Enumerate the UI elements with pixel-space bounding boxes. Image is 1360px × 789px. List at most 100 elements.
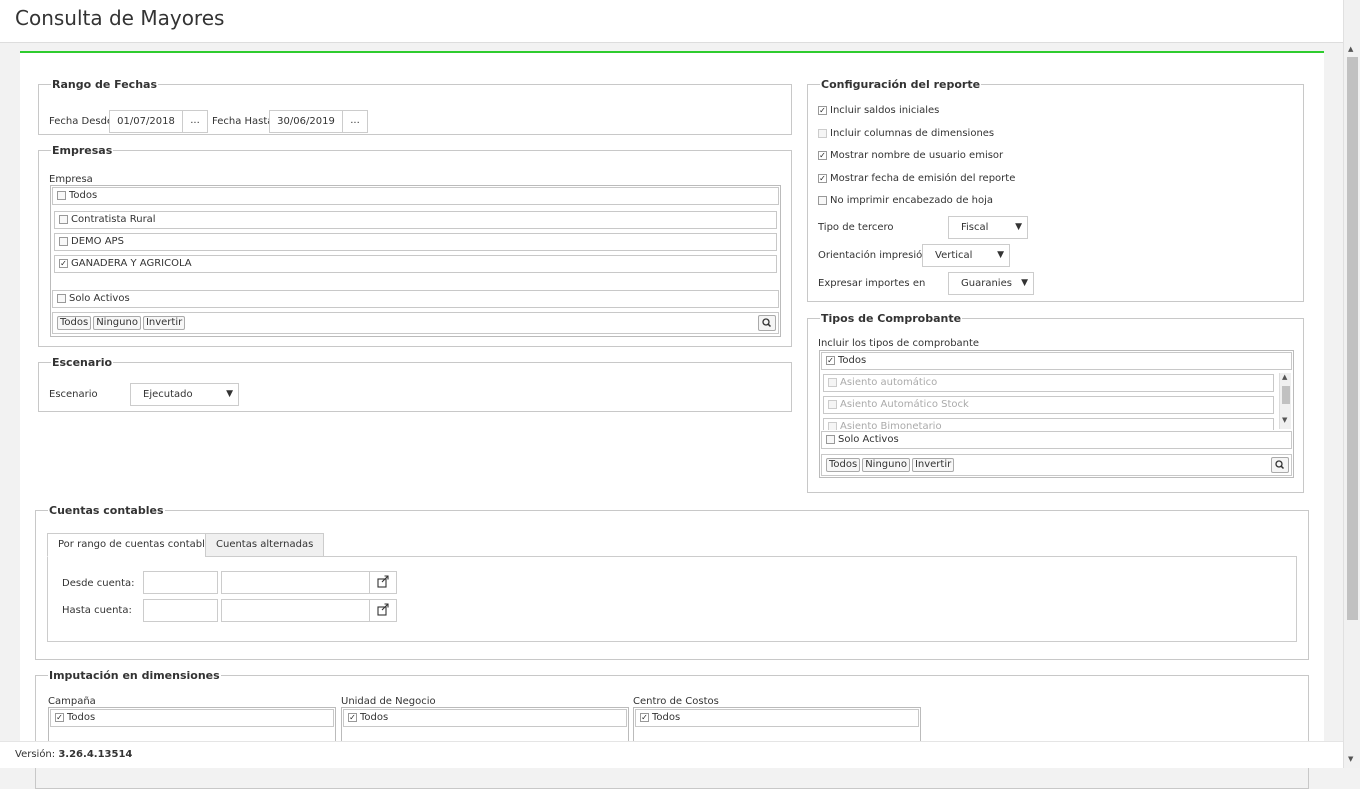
empresa-item-row[interactable]: ✓ GANADERA Y AGRICOLA xyxy=(54,255,777,273)
tipos-todos-row[interactable]: ✓ Todos xyxy=(821,352,1292,370)
empresa-item-row[interactable]: Contratista Rural xyxy=(54,211,777,229)
incluir-columnas-row[interactable]: Incluir columnas de dimensiones xyxy=(818,128,994,139)
checkbox-disabled-icon[interactable] xyxy=(828,377,837,387)
mostrar-usuario-row[interactable]: ✓ Mostrar nombre de usuario emisor xyxy=(818,150,1003,161)
mostrar-fecha-label: Mostrar fecha de emisión del reporte xyxy=(830,173,1016,184)
desde-cuenta-nombre-input[interactable] xyxy=(221,571,370,594)
tab-por-rango[interactable]: Por rango de cuentas contables xyxy=(47,533,228,557)
hasta-cuenta-label: Hasta cuenta: xyxy=(62,605,132,616)
empresa-item-label: GANADERA Y AGRICOLA xyxy=(71,258,192,269)
mostrar-fecha-row[interactable]: ✓ Mostrar fecha de emisión del reporte xyxy=(818,173,1015,184)
scroll-down-icon[interactable]: ▼ xyxy=(1282,416,1287,424)
scroll-down-icon[interactable]: ▼ xyxy=(1348,755,1353,763)
fecha-hasta-input[interactable]: 30/06/2019 xyxy=(269,110,343,133)
unidad-negocio-todos-label: Todos xyxy=(360,712,389,723)
desde-cuenta-open-button[interactable] xyxy=(369,571,397,594)
fecha-hasta-label: Fecha Hasta xyxy=(212,116,274,127)
checkbox-disabled-icon[interactable] xyxy=(828,399,837,409)
search-button[interactable] xyxy=(758,315,776,331)
checkbox-disabled-icon[interactable] xyxy=(818,128,827,138)
checkbox-icon[interactable] xyxy=(818,195,827,205)
orientacion-value: Vertical xyxy=(935,250,973,261)
search-button[interactable] xyxy=(1271,457,1289,473)
checkbox-icon[interactable] xyxy=(57,190,66,200)
ninguno-button[interactable]: Ninguno xyxy=(93,316,141,330)
configuracion-legend: Configuración del reporte xyxy=(821,78,981,91)
main-panel: Rango de Fechas Fecha Desde 01/07/2018 .… xyxy=(20,51,1324,789)
no-imprimir-row[interactable]: No imprimir encabezado de hoja xyxy=(818,195,993,206)
empresa-solo-activos-row[interactable]: Solo Activos xyxy=(52,290,779,308)
checkbox-icon[interactable] xyxy=(57,293,66,303)
orientacion-select[interactable]: Vertical ▼ xyxy=(922,244,1010,267)
ninguno-button[interactable]: Ninguno xyxy=(862,458,910,472)
checkbox-checked-icon[interactable]: ✓ xyxy=(55,712,64,722)
tipo-item-row[interactable]: Asiento Automático Stock xyxy=(823,396,1274,414)
tipos-todos-label: Todos xyxy=(838,355,867,366)
tipo-tercero-label: Tipo de tercero xyxy=(818,222,894,233)
scrollbar-thumb[interactable] xyxy=(1282,386,1290,404)
empresa-item-label: DEMO APS xyxy=(71,236,124,247)
invertir-button[interactable]: Invertir xyxy=(911,458,955,472)
incluir-saldos-row[interactable]: ✓ Incluir saldos iniciales xyxy=(818,105,939,116)
tipo-item-row[interactable]: Asiento Bimonetario xyxy=(823,418,1274,430)
checkbox-disabled-icon[interactable] xyxy=(828,421,837,430)
escenario-select[interactable]: Ejecutado ▼ xyxy=(130,383,239,406)
scrollbar-thumb[interactable] xyxy=(1347,57,1358,620)
expresar-importes-select[interactable]: Guaranies ▼ xyxy=(948,272,1034,295)
tipos-solo-activos-row[interactable]: Solo Activos xyxy=(821,431,1292,449)
caret-down-icon: ▼ xyxy=(1021,278,1028,288)
fecha-desde-input[interactable]: 01/07/2018 xyxy=(109,110,183,133)
checkbox-checked-icon[interactable]: ✓ xyxy=(59,258,68,268)
tab-cuentas-alternadas[interactable]: Cuentas alternadas xyxy=(205,533,325,557)
tipo-item-label: Asiento Bimonetario xyxy=(840,421,942,430)
tipo-item-row[interactable]: Asiento automático xyxy=(823,374,1274,392)
scroll-up-icon[interactable]: ▲ xyxy=(1282,373,1287,381)
search-icon xyxy=(762,318,772,328)
tipos-comprobante-section: Tipos de Comprobante Incluir los tipos d… xyxy=(807,312,1304,493)
invertir-button[interactable]: Invertir xyxy=(142,316,186,330)
caret-down-icon: ▼ xyxy=(226,389,233,399)
fecha-desde-label: Fecha Desde xyxy=(49,116,114,127)
todos-button[interactable]: Todos xyxy=(826,458,861,472)
checkbox-checked-icon[interactable]: ✓ xyxy=(818,173,827,183)
page-title: Consulta de Mayores xyxy=(15,6,225,30)
tipo-tercero-select[interactable]: Fiscal ▼ xyxy=(948,216,1028,239)
tipos-list-scrollbar[interactable]: ▲ ▼ xyxy=(1279,373,1291,429)
empresas-legend: Empresas xyxy=(52,144,113,157)
unidad-negocio-todos-row[interactable]: ✓ Todos xyxy=(343,709,627,727)
checkbox-checked-icon[interactable]: ✓ xyxy=(348,712,357,722)
empresa-item-label: Contratista Rural xyxy=(71,214,156,225)
campana-todos-label: Todos xyxy=(67,712,96,723)
cuentas-tab-panel: Desde cuenta: Hasta cuenta: xyxy=(47,556,1297,642)
caret-down-icon: ▼ xyxy=(1015,222,1022,232)
footer: Versión: 3.26.4.13514 xyxy=(0,741,1343,768)
checkbox-checked-icon[interactable]: ✓ xyxy=(640,712,649,722)
hasta-cuenta-open-button[interactable] xyxy=(369,599,397,622)
empresa-todos-row[interactable]: Todos xyxy=(52,187,779,205)
empresa-list: Todos Contratista Rural DEMO APS ✓ GANADE… xyxy=(50,185,781,337)
checkbox-checked-icon[interactable]: ✓ xyxy=(818,150,827,160)
checkbox-checked-icon[interactable]: ✓ xyxy=(826,355,835,365)
desde-cuenta-codigo-input[interactable] xyxy=(143,571,218,594)
checkbox-icon[interactable] xyxy=(59,236,68,246)
hasta-cuenta-codigo-input[interactable] xyxy=(143,599,218,622)
checkbox-icon[interactable] xyxy=(59,214,68,224)
page-scrollbar[interactable]: ▲ ▼ xyxy=(1343,0,1360,768)
todos-button[interactable]: Todos xyxy=(57,316,92,330)
hasta-cuenta-nombre-input[interactable] xyxy=(221,599,370,622)
solo-activos-label: Solo Activos xyxy=(69,293,130,304)
tipos-comprobante-legend: Tipos de Comprobante xyxy=(821,312,962,325)
scroll-up-icon[interactable]: ▲ xyxy=(1348,45,1353,53)
fecha-hasta-picker-button[interactable]: ... xyxy=(342,110,368,133)
checkbox-icon[interactable] xyxy=(826,434,835,444)
fecha-desde-picker-button[interactable]: ... xyxy=(182,110,208,133)
tipo-item-label: Asiento automático xyxy=(840,377,938,388)
tipos-items-scroll-area: Asiento automático Asiento Automático St… xyxy=(823,373,1278,430)
search-icon xyxy=(1275,460,1285,470)
checkbox-checked-icon[interactable]: ✓ xyxy=(818,105,827,115)
centro-costos-todos-row[interactable]: ✓ Todos xyxy=(635,709,919,727)
campana-todos-row[interactable]: ✓ Todos xyxy=(50,709,334,727)
unidad-negocio-label: Unidad de Negocio xyxy=(341,696,436,707)
empresa-item-row[interactable]: DEMO APS xyxy=(54,233,777,251)
version-label: Versión: xyxy=(15,749,56,760)
